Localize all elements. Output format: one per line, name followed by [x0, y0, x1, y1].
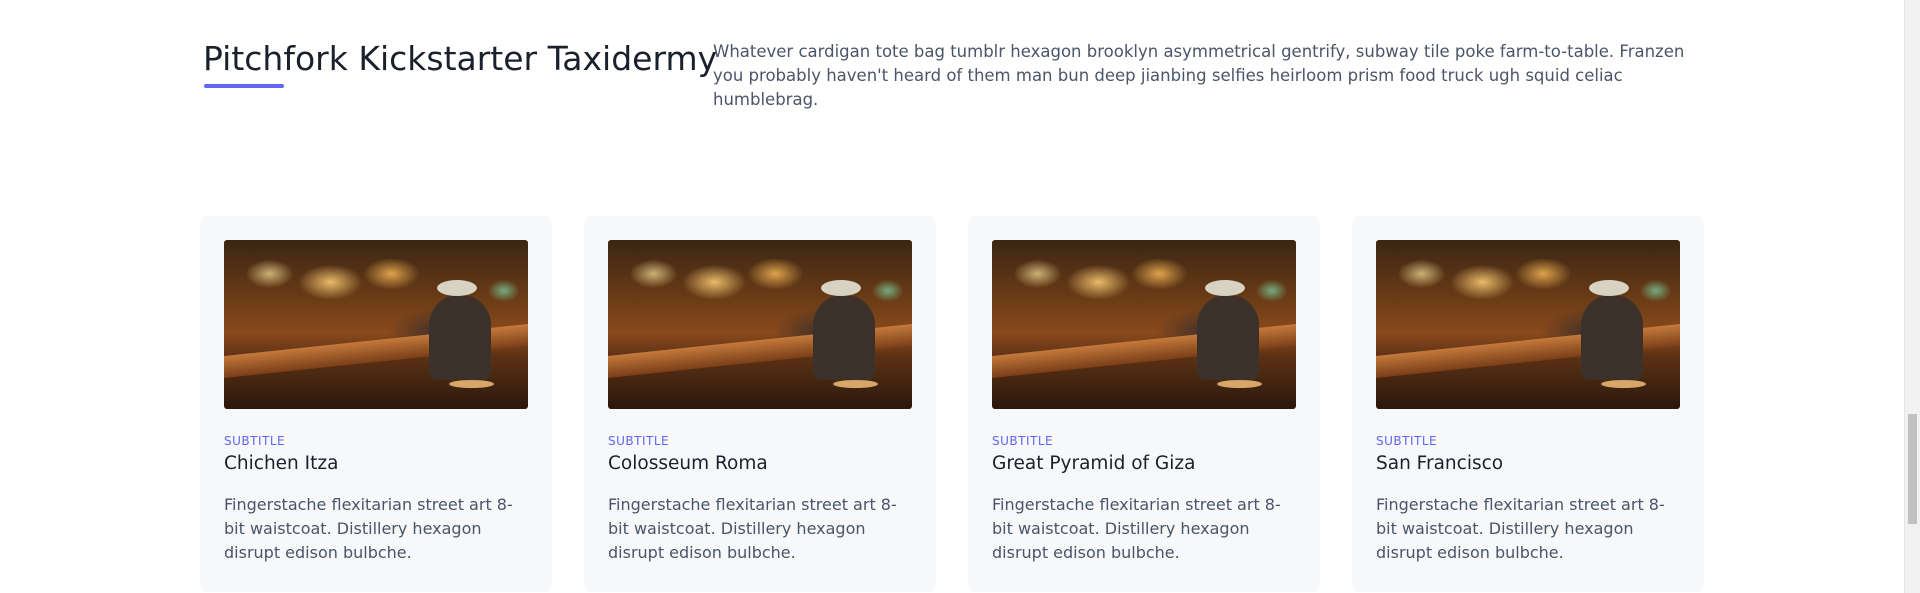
card-subtitle: SUBTITLE: [992, 434, 1054, 448]
page: Pitchfork Kickstarter Taxidermy Whatever…: [0, 0, 1905, 593]
card-chichen-itza[interactable]: SUBTITLE Chichen Itza Fingerstache flexi…: [200, 216, 552, 592]
card-text: Fingerstache flexitarian street art 8-bi…: [992, 495, 1281, 562]
card-great-pyramid-of-giza[interactable]: SUBTITLE Great Pyramid of Giza Fingersta…: [968, 216, 1320, 592]
card-title: Great Pyramid of Giza: [992, 453, 1196, 474]
patron-shape: [1581, 295, 1643, 380]
card-grid: SUBTITLE Chichen Itza Fingerstache flexi…: [200, 216, 1720, 592]
card-title: San Francisco: [1376, 453, 1504, 474]
card-san-francisco[interactable]: SUBTITLE San Francisco Fingerstache flex…: [1352, 216, 1704, 592]
stool-shape: [1601, 380, 1646, 388]
card-title: Chichen Itza: [224, 453, 339, 474]
patron-hat-shape: [821, 280, 861, 296]
scrollbar-thumb[interactable]: [1908, 414, 1917, 524]
card-image: [608, 240, 912, 409]
card-title: Colosseum Roma: [608, 453, 768, 474]
patron-hat-shape: [1205, 280, 1245, 296]
card-text: Fingerstache flexitarian street art 8-bi…: [608, 495, 897, 562]
vertical-scrollbar[interactable]: [1904, 0, 1920, 593]
title-underline: [204, 84, 284, 88]
card-colosseum-roma[interactable]: SUBTITLE Colosseum Roma Fingerstache fle…: [584, 216, 936, 592]
stool-shape: [1217, 380, 1262, 388]
card-subtitle: SUBTITLE: [224, 434, 286, 448]
card-image: [992, 240, 1296, 409]
patron-shape: [429, 295, 491, 380]
card-text: Fingerstache flexitarian street art 8-bi…: [1376, 495, 1665, 562]
stool-shape: [449, 380, 494, 388]
patron-hat-shape: [1589, 280, 1629, 296]
section-description: Whatever cardigan tote bag tumblr hexago…: [713, 42, 1685, 109]
stool-shape: [833, 380, 878, 388]
section-header: Pitchfork Kickstarter Taxidermy Whatever…: [203, 38, 1703, 109]
patron-hat-shape: [437, 280, 477, 296]
card-subtitle: SUBTITLE: [1376, 434, 1438, 448]
patron-shape: [813, 295, 875, 380]
card-image: [1376, 240, 1680, 409]
card-subtitle: SUBTITLE: [608, 434, 670, 448]
patron-shape: [1197, 295, 1259, 380]
card-text: Fingerstache flexitarian street art 8-bi…: [224, 495, 513, 562]
card-image: [224, 240, 528, 409]
section-title: Pitchfork Kickstarter Taxidermy: [203, 39, 718, 78]
